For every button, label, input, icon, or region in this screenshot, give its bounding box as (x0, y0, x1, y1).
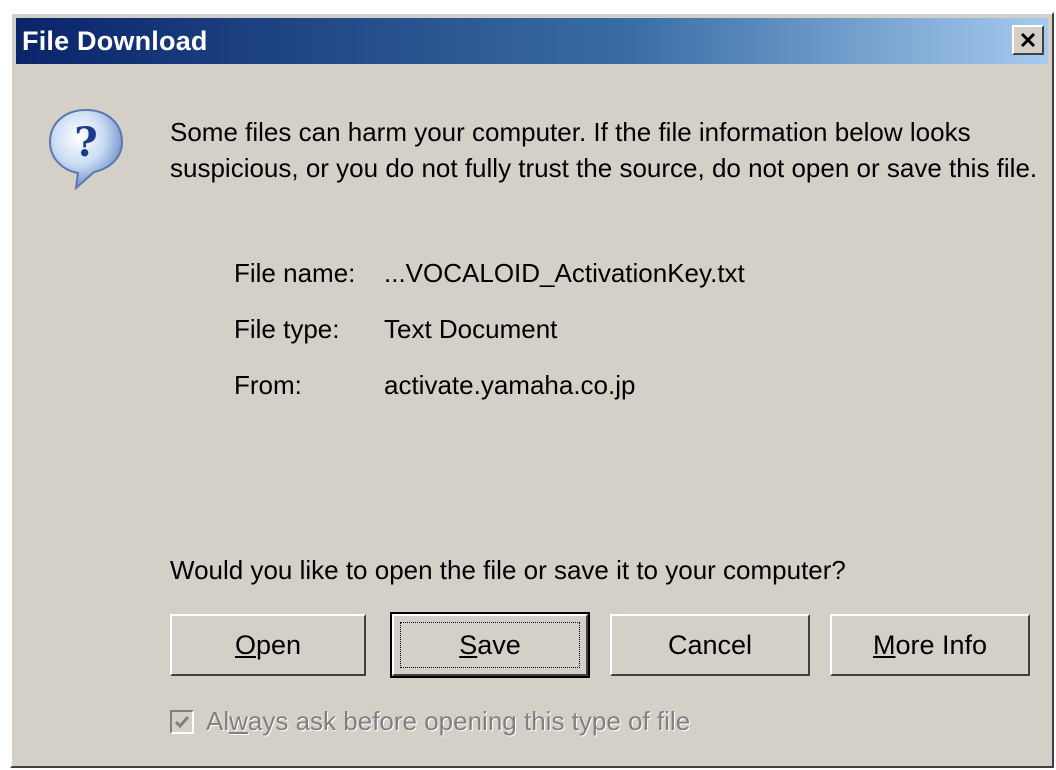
file-from-value: activate.yamaha.co.jp (384, 370, 636, 400)
file-download-dialog: File Download ? Some files can harm your… (10, 12, 1054, 768)
title-bar[interactable]: File Download (16, 18, 1048, 64)
open-button[interactable]: Open (170, 614, 366, 676)
window-title: File Download (22, 25, 208, 56)
file-name-value: ...VOCALOID_ActivationKey.txt (384, 258, 745, 288)
cancel-button[interactable]: Cancel (610, 614, 810, 676)
question-icon: ? (46, 106, 126, 191)
always-ask-checkbox[interactable] (170, 709, 194, 734)
download-prompt: Would you like to open the file or save … (170, 555, 846, 585)
open-button-label: Open (234, 629, 302, 660)
file-type-label: File type: (234, 314, 340, 344)
warning-message: Some files can harm your computer. If th… (170, 117, 1038, 183)
more-info-button[interactable]: More Info (830, 614, 1030, 676)
file-type-row: File type: Text Document (234, 314, 557, 345)
svg-text:?: ? (74, 119, 97, 166)
always-ask-checkbox-row: Always ask before opening this type of f… (170, 706, 690, 737)
close-icon (1020, 32, 1036, 48)
file-from-row: From: activate.yamaha.co.jp (234, 370, 635, 401)
focus-rectangle (400, 622, 580, 668)
file-type-value: Text Document (384, 314, 558, 344)
always-ask-label: Always ask before opening this type of f… (206, 706, 691, 736)
file-name-row: File name: ...VOCALOID_ActivationKey.txt (234, 258, 745, 289)
file-name-label: File name: (234, 258, 356, 288)
close-button[interactable] (1012, 25, 1044, 55)
save-button[interactable]: Save (390, 612, 590, 678)
more-info-button-label: More Info (872, 629, 988, 660)
cancel-button-label: Cancel (667, 629, 753, 660)
checkmark-icon (174, 715, 190, 728)
file-from-label: From: (234, 370, 302, 400)
